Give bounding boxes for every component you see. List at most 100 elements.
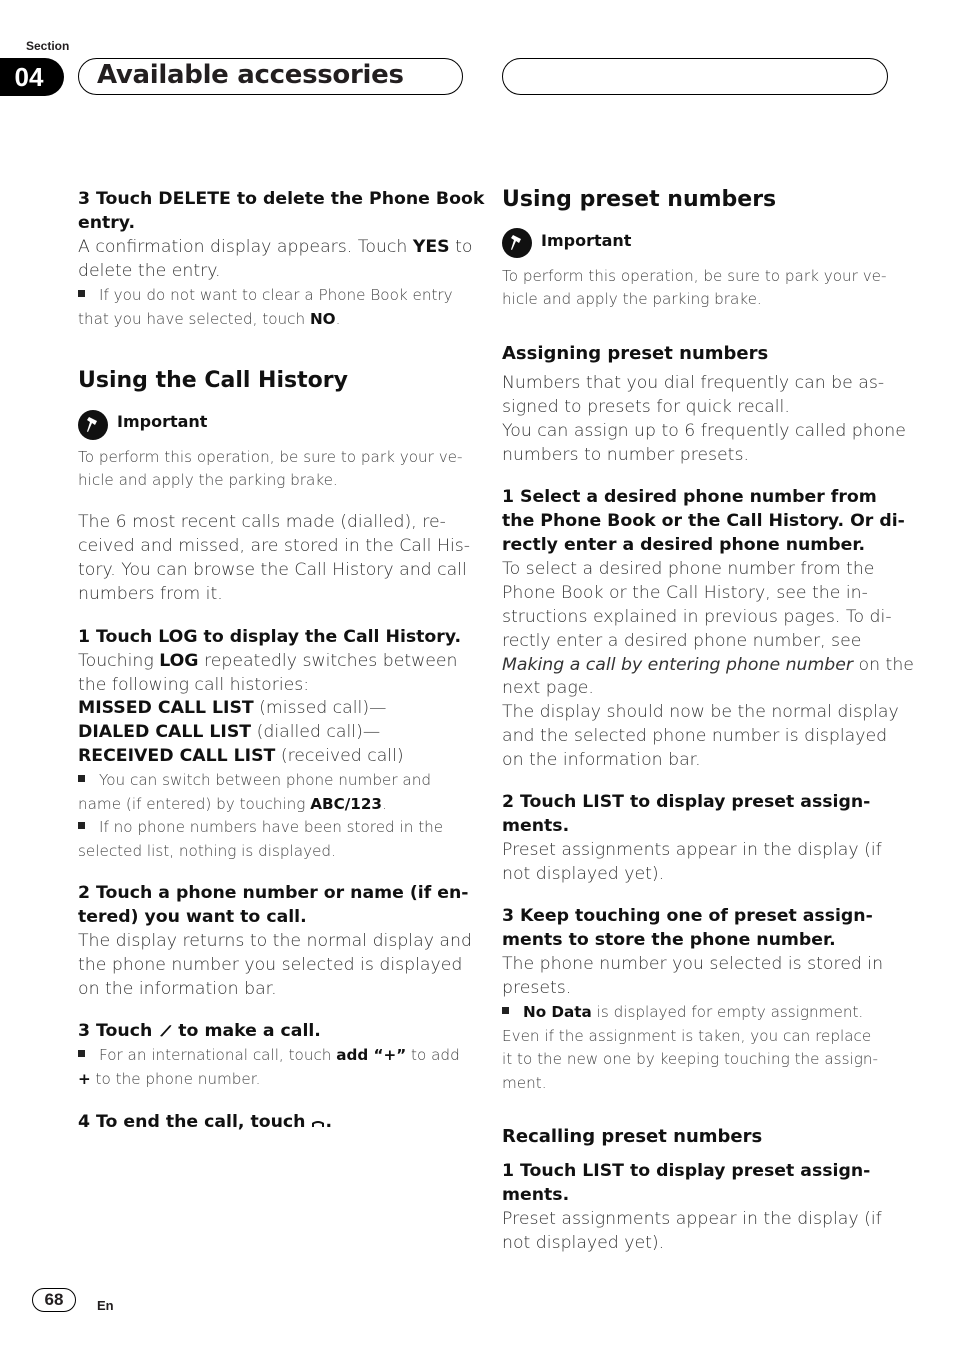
body-text: Making a call by entering phone number o… (502, 653, 914, 677)
list-item: DIALED CALL LIST (dialled call)— (78, 720, 380, 744)
text-run: is displayed for empty assignment. (591, 1003, 864, 1021)
step-heading: entry. (78, 213, 136, 233)
body-text: The phone number you selected is stored … (502, 954, 884, 974)
text-run: to add (406, 1046, 460, 1064)
step-heading: 2 Touch LIST to display preset assign- (502, 792, 871, 812)
text-run: repeatedly switches between (198, 651, 458, 671)
text-run: If no phone numbers have been stored in … (99, 818, 444, 836)
body-text: the following call histories: (78, 675, 310, 695)
cross-reference: Making a call by entering phone number (502, 655, 854, 675)
yes-label: YES (412, 237, 450, 257)
note-text: If no phone numbers have been stored in … (78, 815, 443, 839)
abc123-label: ABC/123 (310, 795, 382, 813)
text-run: 3 Touch (78, 1021, 159, 1041)
hang-up-icon (312, 1121, 325, 1127)
step-heading: 3 Keep touching one of preset assign- (502, 906, 873, 926)
body-text: Numbers that you dial frequently can be … (502, 373, 885, 393)
page-number: 68 (32, 1288, 76, 1312)
note-text: that you have selected, touch NO. (78, 307, 340, 331)
no-label: NO (309, 310, 336, 328)
body-text: The 6 most recent calls made (dialled), … (78, 512, 446, 532)
note-text: Even if the assignment is taken, you can… (502, 1027, 872, 1045)
text-run: name (if entered) by touching (78, 795, 311, 813)
body-text: ceived and missed, are stored in the Cal… (78, 536, 470, 556)
step-heading: 1 Touch LIST to display preset assign- (502, 1161, 871, 1181)
text-run: to the phone number. (90, 1070, 261, 1088)
text-run: 4 To end the call, touch (78, 1112, 312, 1132)
list-desc: (dialled call)— (251, 722, 381, 742)
add-plus-label: add “+” (336, 1046, 407, 1064)
list-desc: (received call) (275, 746, 404, 766)
text-run: . (325, 1112, 333, 1132)
list-desc: (missed call)— (253, 698, 387, 718)
step-heading: ments to store the phone number. (502, 930, 836, 950)
body-text: numbers to number presets. (502, 445, 749, 465)
body-text: Touching LOG repeatedly switches between (78, 649, 457, 673)
step-heading: ments. (502, 1185, 570, 1205)
list-name: MISSED CALL LIST (78, 698, 254, 718)
body-text: signed to presets for quick recall. (502, 397, 790, 417)
step-heading: 4 To end the call, touch . (78, 1110, 332, 1134)
phone-handset-icon (160, 1025, 172, 1037)
step-heading: 2 Touch a phone number or name (if en- (78, 883, 469, 903)
important-text: To perform this operation, be sure to pa… (78, 448, 463, 466)
note-text: name (if entered) by touching ABC/123. (78, 792, 387, 816)
body-text: The display returns to the normal displa… (78, 931, 472, 951)
body-text: rectly enter a desired phone number, see (502, 631, 862, 651)
square-bullet-icon (78, 775, 85, 782)
text-run: You can switch between phone number and (99, 771, 431, 789)
log-label: LOG (159, 651, 199, 671)
step-heading: ments. (502, 816, 570, 836)
subsection-heading: Recalling preset numbers (502, 1126, 763, 1147)
pushpin-icon (78, 410, 108, 440)
note-text: ment. (502, 1074, 547, 1092)
body-text: To select a desired phone number from th… (502, 559, 875, 579)
body-text: The display should now be the normal dis… (502, 702, 899, 722)
list-name: DIALED CALL LIST (78, 722, 252, 742)
note-text: You can switch between phone number and (78, 768, 431, 792)
square-bullet-icon (502, 1007, 509, 1014)
body-text: presets. (502, 978, 572, 998)
text-run: Touching (78, 651, 160, 671)
step-heading: 1 Touch LOG to display the Call History. (78, 627, 462, 647)
subsection-heading: Assigning preset numbers (502, 343, 769, 364)
text-run: to make a call. (172, 1021, 321, 1041)
step-heading: the Phone Book or the Call History. Or d… (502, 511, 905, 531)
language-label: En (97, 1298, 114, 1313)
body-text: structions explained in previous pages. … (502, 607, 892, 627)
body-text: delete the entry. (78, 261, 221, 281)
square-bullet-icon (78, 1050, 85, 1057)
important-text: hicle and apply the parking brake. (78, 471, 338, 489)
text-run: on the (853, 655, 914, 675)
text-run: . (381, 795, 387, 813)
body-text: numbers from it. (78, 584, 223, 604)
body-text: on the information bar. (502, 750, 701, 770)
text-run: that you have selected, touch (78, 310, 310, 328)
body-text: tory. You can browse the Call History an… (78, 560, 467, 580)
note-text: + to the phone number. (78, 1067, 260, 1091)
pushpin-icon (502, 228, 532, 258)
important-text: To perform this operation, be sure to pa… (502, 267, 887, 285)
note-text: No Data is displayed for empty assignmen… (502, 1000, 863, 1024)
list-item: MISSED CALL LIST (missed call)— (78, 696, 386, 720)
body-text: not displayed yet). (502, 864, 665, 884)
body-text: Preset assignments appear in the display… (502, 840, 882, 860)
step-heading: 3 Touch DELETE to delete the Phone Book (78, 189, 485, 209)
step-heading: rectly enter a desired phone number. (502, 535, 866, 555)
square-bullet-icon (78, 290, 85, 297)
section-heading: Using the Call History (78, 368, 348, 393)
text-run: If you do not want to clear a Phone Book… (99, 286, 453, 304)
body-text: next page. (502, 678, 594, 698)
text-run: to (449, 237, 473, 257)
text-run: A confirmation display appears. Touch (78, 237, 413, 257)
square-bullet-icon (78, 822, 85, 829)
step-heading: tered) you want to call. (78, 907, 307, 927)
list-item: RECEIVED CALL LIST (received call) (78, 744, 404, 768)
section-heading: Using preset numbers (502, 187, 777, 212)
body-text: You can assign up to 6 frequently called… (502, 421, 906, 441)
body-text: not displayed yet). (502, 1233, 665, 1253)
header-empty-frame (502, 58, 888, 95)
important-text: hicle and apply the parking brake. (502, 290, 762, 308)
section-number-badge: 04 (0, 58, 64, 96)
text-run: . (335, 310, 341, 328)
